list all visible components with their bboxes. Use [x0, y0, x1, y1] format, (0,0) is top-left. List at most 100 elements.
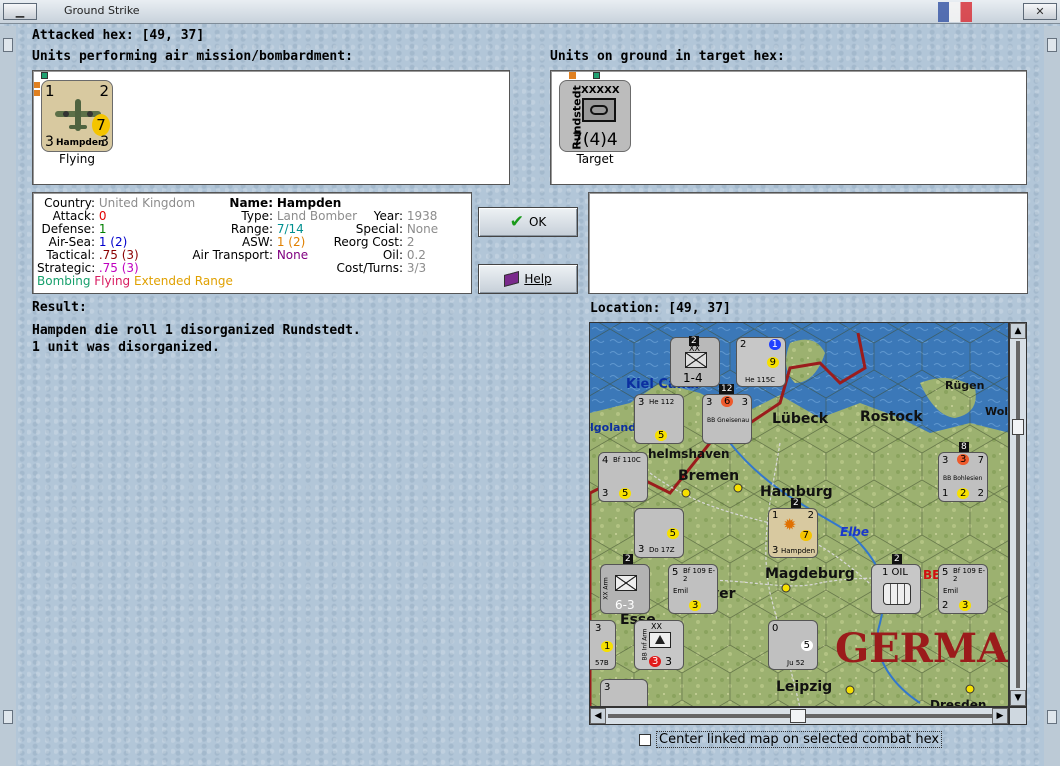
scroll-down-icon[interactable]: ▼ [1010, 690, 1026, 706]
map-horizontal-scrollbar[interactable]: ◀ ▶ [589, 707, 1009, 725]
minimize-button[interactable]: ▁ [3, 3, 37, 20]
counter-name: BB Gneisenau [707, 417, 750, 424]
map-unit-counter[interactable]: 5 Bf 109 E-2 Emil 2 3 [938, 564, 988, 614]
map-unit-counter-hampden[interactable]: 2 1 2 ✹ 7 3 Hampden [768, 498, 818, 558]
result-text: Hampden die roll 1 disorganized Rundsted… [32, 322, 361, 356]
stat-value: 1 (2) [276, 235, 306, 249]
counter-stat: 2 [977, 488, 984, 499]
location-label: Location: [49, 37] [590, 301, 731, 316]
counter-name: Bf 109 E-2 [683, 567, 716, 583]
counter-stack: 12 [719, 384, 735, 394]
scroll-thumb[interactable] [790, 709, 806, 723]
map-unit-counter[interactable]: 2 XX Arm 6-3 [600, 554, 650, 614]
ok-label: OK [528, 215, 547, 229]
air-unit-card[interactable]: 1 2 7 3 Hampden 3 [41, 80, 113, 152]
counter-stat: 5 [619, 488, 632, 499]
location-map[interactable]: Kiel Canal Rügen Woll Lübeck Rostock lgo… [589, 322, 1009, 707]
counter-name: Emil [673, 587, 689, 595]
map-vertical-scrollbar[interactable]: ▲ ▼ [1009, 322, 1027, 707]
map-unit-counter[interactable]: 0 5 Ju 52 [768, 620, 818, 670]
checkmark-icon: ✔ [509, 212, 524, 232]
help-button[interactable]: Help [478, 264, 578, 294]
counter-stat: 3 [665, 655, 672, 668]
map-unit-counter[interactable]: XX BB Inf Arm 3 3 [634, 620, 684, 670]
stat-value: 0 [98, 209, 107, 223]
map-label-bremen: Bremen [678, 468, 740, 484]
map-unit-counter[interactable]: 3 Do 17Z 5 [634, 508, 684, 558]
rail-knob-icon [3, 710, 13, 724]
map-label-leipzig: Leipzig [776, 679, 833, 695]
counter-stat: 2 [942, 600, 949, 611]
result-line: 1 unit was disorganized. [32, 340, 220, 355]
stat-value: Hampden [276, 196, 342, 210]
tag-flying: Flying [94, 274, 131, 288]
center-map-checkbox[interactable] [639, 733, 651, 746]
counter-size: XX [651, 622, 662, 631]
counter-stack: 8 [959, 442, 969, 452]
map-label-germany: GERMAN [835, 625, 1009, 672]
map-label-rostock: Rostock [860, 409, 923, 425]
map-unit-counter-oil[interactable]: 2 1 OIL [871, 554, 921, 614]
counter-stat: 3 [638, 544, 645, 555]
rail-knob-icon [1047, 38, 1057, 52]
map-unit-counter[interactable]: 12 3 6 3 BB Gneisenau [702, 384, 752, 444]
stat-value: .75 (3) [98, 248, 139, 262]
map-unit-counter[interactable]: 3 He 112 5 [634, 394, 684, 444]
scroll-up-icon[interactable]: ▲ [1010, 323, 1026, 339]
counter-stack: 2 [623, 554, 633, 564]
counter-stat: 7 [977, 455, 984, 466]
counter-name: BB Inf Arm [641, 628, 649, 661]
scroll-thumb[interactable] [1012, 419, 1024, 435]
message-panel [588, 192, 1028, 294]
counter-name: XX Arm [602, 577, 610, 600]
counter-stat: 6 [721, 396, 734, 407]
status-marker-icon [34, 82, 40, 88]
window-title: Ground Strike [64, 4, 140, 17]
map-label-wilhelmshaven: helmshaven [648, 447, 730, 461]
unit-stat: 3 [45, 134, 54, 150]
counter-stat: 3 [595, 623, 602, 634]
ground-units-label: Units on ground in target hex: [550, 49, 785, 64]
fire-icon: ✹ [783, 515, 797, 534]
ground-unit-card[interactable]: XXXXX Rundstedt 7(4)4 [559, 80, 631, 152]
map-unit-counter[interactable]: 8 3 3 7 BB Bohlesien 1 2 2 [938, 442, 988, 502]
counter-stat: 3 [602, 488, 609, 499]
map-unit-counter[interactable]: 2 1 9 He 115C [736, 337, 786, 387]
counter-stat: 2 [807, 510, 814, 521]
counter-stat: 5 [666, 528, 679, 539]
ok-button[interactable]: ✔ OK [478, 207, 578, 237]
unit-strength: 7(4)4 [572, 130, 618, 150]
counter-stat: 1 [768, 339, 781, 350]
scroll-left-icon[interactable]: ◀ [590, 708, 606, 724]
map-unit-counter[interactable]: 2 XX 1-4 [670, 336, 720, 387]
unit-stats-right: Year: 1938 Special: None Reorg Cost: 2 O… [329, 209, 439, 275]
unit-size: XXXXX [581, 85, 620, 96]
counter-stat: 2 [957, 488, 970, 499]
scroll-corner [1009, 707, 1027, 725]
right-rail [1044, 26, 1060, 766]
ground-unit-status: Target [576, 152, 614, 166]
scroll-right-icon[interactable]: ▶ [992, 708, 1008, 724]
stat-value: 1938 [406, 209, 438, 223]
stat-key: Air Transport: [192, 248, 273, 262]
counter-stat: 1 [772, 510, 779, 521]
map-unit-counter[interactable]: 3 57B 1 [590, 620, 616, 670]
map-unit-counter[interactable]: 3 [600, 679, 648, 706]
air-units-panel: 1 2 7 3 Hampden 3 Flying [32, 70, 510, 185]
counter-stat: 5 [672, 567, 679, 578]
result-line: Hampden die roll 1 disorganized Rundsted… [32, 323, 361, 338]
map-unit-counter[interactable]: 5 Bf 109 E-2 Emil 3 [668, 564, 718, 614]
counter-stat: 4 [602, 455, 609, 466]
counter-name: Do 17Z [649, 546, 675, 554]
map-label-wolgast: Woll [985, 405, 1009, 418]
close-button[interactable]: ✕ [1023, 3, 1057, 20]
counter-strength: 1-4 [683, 371, 703, 385]
center-map-option[interactable]: Center linked map on selected combat hex [639, 731, 943, 748]
counter-name: Emil [943, 587, 959, 595]
counter-stat: 3 [741, 397, 748, 408]
stat-value: 1 [98, 222, 107, 236]
map-label-magdeburg: Magdeburg [765, 566, 855, 582]
map-unit-counter[interactable]: 4 Bf 110C 3 5 [598, 452, 648, 502]
infantry-icon [615, 575, 637, 591]
tag-bombing: Bombing [37, 274, 91, 288]
